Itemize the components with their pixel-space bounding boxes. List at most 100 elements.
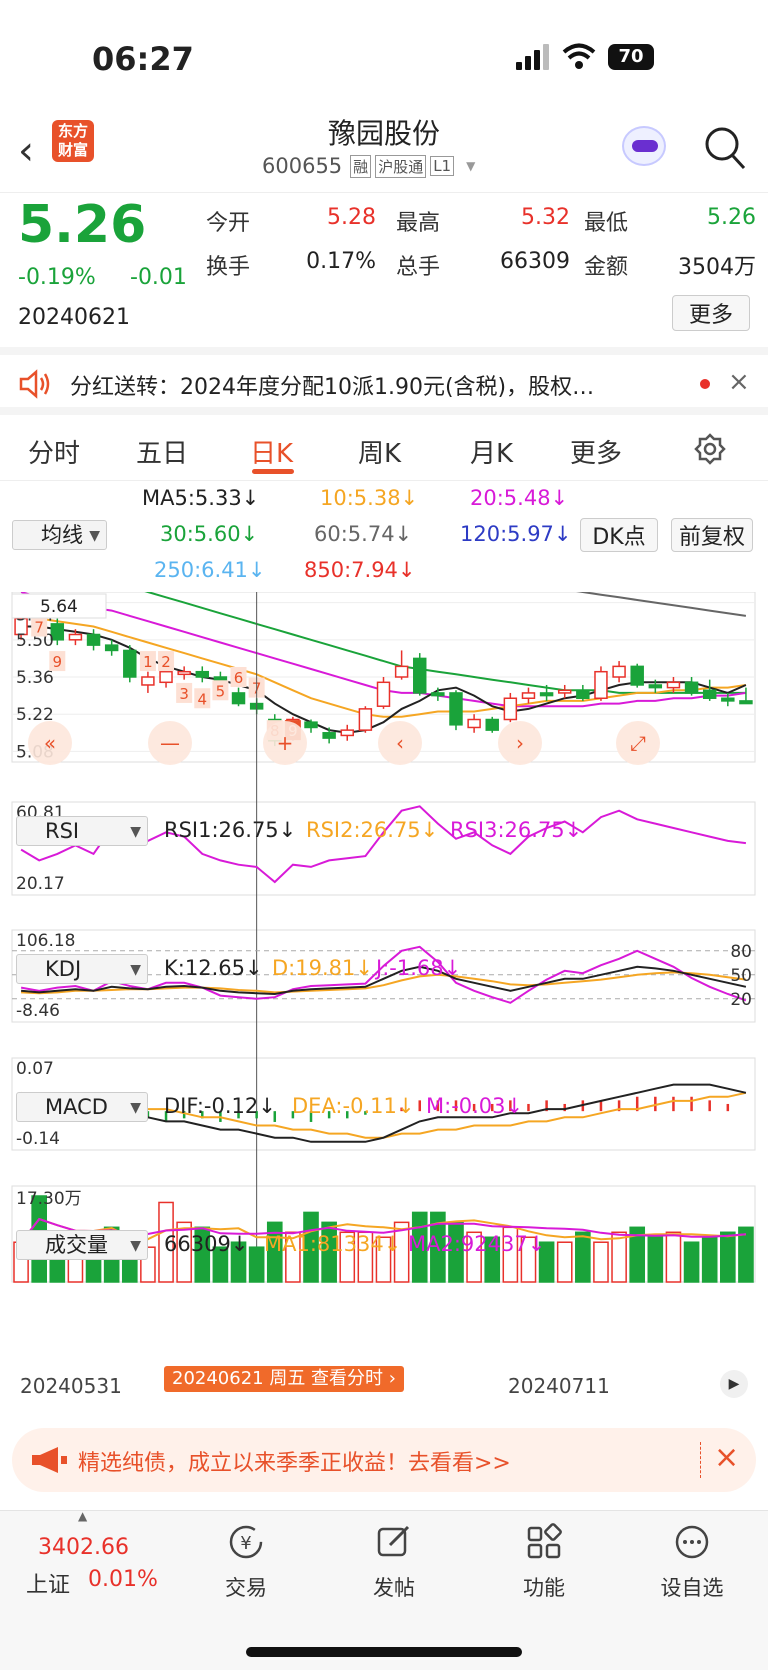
kdj-y-high: 106.18 <box>16 931 75 951</box>
kline-chart[interactable]: 5.645.505.365.225.0812345678979«—+‹›⤢5.6… <box>0 592 768 1382</box>
nav-watchlist[interactable]: 设自选 <box>632 1523 752 1602</box>
date-end: 20240711 <box>508 1374 610 1398</box>
candle-body <box>340 729 354 737</box>
candle-body <box>612 665 626 678</box>
nav-watchlist-label: 设自选 <box>660 1576 724 1600</box>
nav-glyph: ⤢ <box>630 731 646 755</box>
expand-up-icon[interactable]: ▲ <box>78 1509 87 1523</box>
promo-banner[interactable]: 精选纯债，成立以来季季正收益！去看看>> × <box>12 1428 756 1492</box>
battery-icon: 70 <box>608 44 654 70</box>
robot-icon[interactable] <box>622 126 666 166</box>
nav-glyph: + <box>277 731 294 755</box>
candle-body <box>413 657 427 694</box>
caret-icon: ▼ <box>130 962 141 978</box>
scroll-right-icon[interactable]: ▶ <box>720 1370 748 1398</box>
td-marker: 7 <box>31 616 48 637</box>
nav-post-label: 发帖 <box>373 1576 415 1600</box>
volume-bar <box>719 1231 736 1283</box>
ma-selector[interactable]: 均线 ▼ <box>12 520 107 550</box>
candle-body <box>539 692 554 697</box>
tab-daily-k[interactable]: 日K <box>250 433 293 470</box>
candle-body <box>630 665 644 686</box>
candle-body <box>86 633 101 646</box>
settings-icon[interactable] <box>694 433 726 465</box>
kdj-selector[interactable]: KDJ ▼ <box>16 954 148 984</box>
fullscreen-icon[interactable]: ⤢ <box>616 721 660 765</box>
quote-field-value: 5.26 <box>707 205 756 230</box>
yen-icon: ¥ <box>229 1525 263 1559</box>
crosshair-price: 5.64 <box>40 597 78 617</box>
scroll-left-icon[interactable]: ‹ <box>378 721 422 765</box>
rsi2-value: RSI2:26.75↓ <box>306 818 439 842</box>
notice-text: 分红送转：2024年度分配10派1.90元(含税)，股权… <box>70 375 595 400</box>
dk-point-button[interactable]: DK点 <box>580 518 658 552</box>
candle-body <box>431 692 445 697</box>
tab-weekly-k[interactable]: 周K <box>358 433 401 470</box>
scroll-right-icon[interactable]: › <box>498 721 542 765</box>
td-marker: 2 <box>158 651 175 672</box>
quote-date: 20240621 <box>18 305 130 330</box>
volume-selector-label: 成交量 <box>45 1233 108 1257</box>
zoom-out-icon[interactable]: — <box>148 721 192 765</box>
date-start: 20240531 <box>20 1374 122 1398</box>
index-value[interactable]: 3402.66 <box>38 1535 129 1560</box>
candle-body <box>576 689 590 699</box>
quote-field-label: 换手 <box>206 255 251 280</box>
ma20-value: 20:5.48↓ <box>470 486 569 510</box>
close-promo-icon[interactable]: × <box>714 1440 739 1475</box>
volume-bar <box>556 1241 573 1283</box>
caret-icon: ▼ <box>89 528 100 544</box>
tab-more[interactable]: 更多 <box>570 433 622 470</box>
more-icon <box>675 1525 709 1559</box>
change-amount: -0.01 <box>130 265 187 290</box>
rsi-selector[interactable]: RSI ▼ <box>16 816 148 846</box>
m-value: M:-0.03↓ <box>426 1094 524 1118</box>
td-marker: 9 <box>49 651 66 672</box>
td-marker-label: 1 <box>143 653 153 671</box>
candle-body <box>594 670 608 699</box>
tab-five-day[interactable]: 五日 <box>136 433 188 470</box>
kdj-level-label: 20 <box>730 990 752 1010</box>
candle-body <box>304 721 318 729</box>
volume-bar <box>575 1231 591 1283</box>
tab-monthly-k[interactable]: 月K <box>470 433 513 470</box>
quote-field-label: 总手 <box>396 255 441 280</box>
quote-field-value: 66309 <box>500 249 570 274</box>
volume-bar <box>248 1246 265 1283</box>
status-bar: 06:27 70 <box>0 0 768 110</box>
zoom-out-left-icon[interactable]: « <box>28 721 72 765</box>
macd-selector[interactable]: MACD ▼ <box>16 1092 148 1122</box>
crosshair-date-tooltip[interactable]: 20240621 周五 查看分时 › <box>164 1366 404 1392</box>
stock-code-row[interactable]: 600655 融 沪股通 L1 ▼ <box>262 154 475 178</box>
quote-field-label: 今开 <box>206 211 251 236</box>
tab-intraday[interactable]: 分时 <box>28 433 80 470</box>
close-icon[interactable]: × <box>728 367 750 397</box>
zoom-in-icon[interactable]: + <box>263 721 307 765</box>
quote-field-value: 5.32 <box>521 205 570 230</box>
ma5-value: MA5:5.33↓ <box>142 486 260 510</box>
k-value: K:12.65↓ <box>164 956 263 980</box>
notice-bar[interactable]: 分红送转：2024年度分配10派1.90元(含税)，股权… × <box>0 347 768 415</box>
nav-post[interactable]: 发帖 <box>334 1523 454 1602</box>
adjust-button[interactable]: 前复权 <box>671 518 753 552</box>
macd-y-low: -0.14 <box>16 1129 60 1149</box>
candle-body <box>358 708 373 731</box>
candle-body <box>394 665 409 678</box>
nav-functions[interactable]: 功能 <box>484 1523 604 1602</box>
search-icon[interactable] <box>704 126 746 170</box>
td-marker-label: 9 <box>53 653 63 671</box>
badge-margin: 融 <box>350 154 372 178</box>
signal-icon <box>516 44 552 70</box>
stock-code: 600655 <box>262 154 343 178</box>
speaker-icon <box>19 369 50 399</box>
more-button[interactable]: 更多 <box>672 295 750 331</box>
volume-selector[interactable]: 成交量 ▼ <box>16 1230 148 1260</box>
td-marker-label: 3 <box>179 685 189 703</box>
battery-level: 70 <box>618 46 644 67</box>
vol-ma1-value: MA1:81334↓ <box>264 1232 402 1256</box>
candle-body <box>503 697 518 721</box>
rsi-y-low: 20.17 <box>16 874 65 894</box>
nav-trade[interactable]: ¥ 交易 <box>186 1523 306 1602</box>
nav-glyph: ‹ <box>396 731 404 755</box>
dropdown-icon: ▼ <box>466 159 476 173</box>
